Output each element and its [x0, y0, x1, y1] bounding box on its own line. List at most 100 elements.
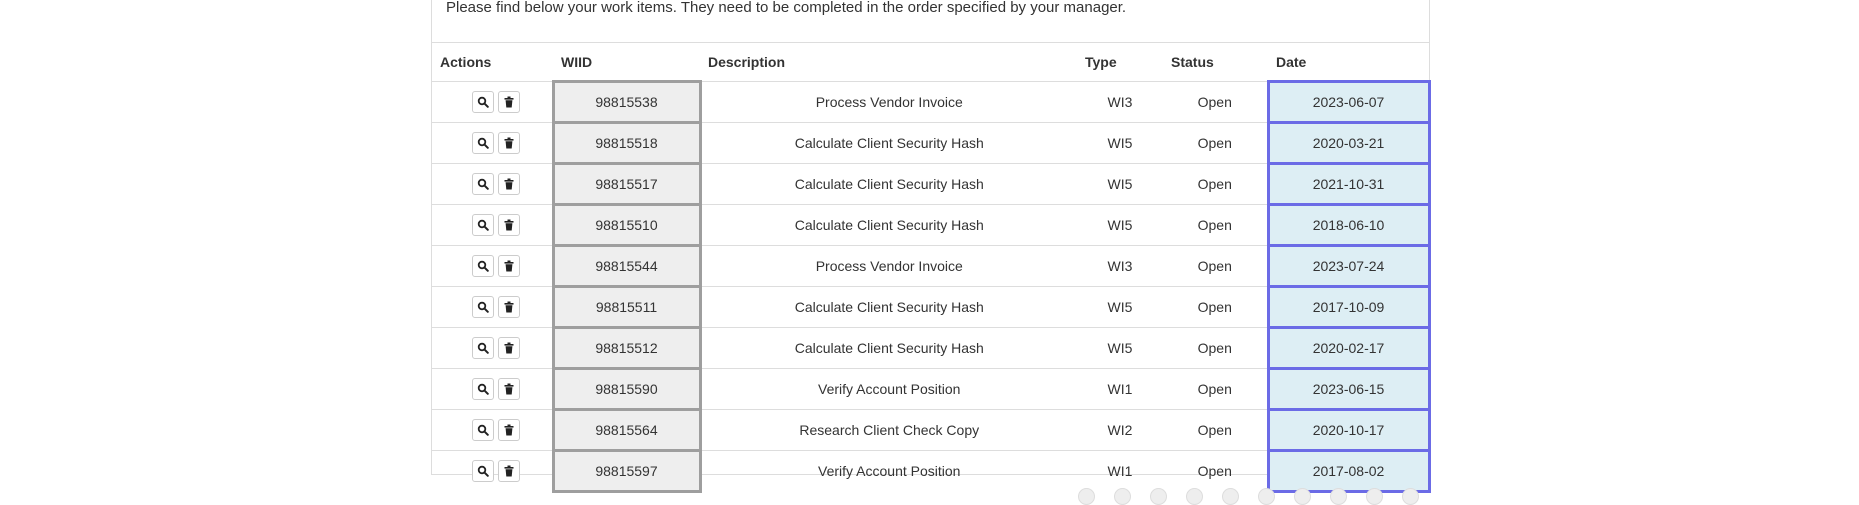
type-cell: WI5 [1077, 122, 1163, 164]
header-date[interactable]: Date [1268, 43, 1429, 82]
date-cell[interactable]: 2021-10-31 [1266, 162, 1431, 206]
page-button[interactable] [1330, 488, 1347, 505]
type-cell: WI1 [1077, 368, 1163, 410]
wiid-cell[interactable]: 98815597 [551, 449, 702, 493]
page-button[interactable] [1402, 488, 1419, 505]
page-button[interactable] [1078, 488, 1095, 505]
view-button[interactable] [471, 378, 494, 400]
search-icon [477, 465, 489, 478]
wiid-cell[interactable]: 98815590 [551, 367, 702, 411]
status-cell: Open [1163, 409, 1268, 451]
status-cell: Open [1163, 204, 1268, 246]
description-cell: Calculate Client Security Hash [700, 204, 1077, 246]
view-button[interactable] [471, 460, 494, 483]
wiid-cell[interactable]: 98815517 [551, 162, 702, 206]
table-row: 98815518 Calculate Client Security Hash WI… [432, 121, 1431, 165]
view-button[interactable] [471, 255, 494, 277]
header-type[interactable]: Type [1077, 43, 1163, 82]
date-cell[interactable]: 2020-10-17 [1266, 408, 1431, 452]
delete-button[interactable] [497, 214, 520, 236]
table-header-row: Actions WIID Description Type Status Dat… [432, 43, 1429, 82]
trash-icon [503, 178, 515, 190]
type-cell: WI3 [1077, 81, 1163, 123]
view-button[interactable] [471, 419, 494, 441]
date-cell[interactable]: 2018-06-10 [1266, 203, 1431, 247]
description-cell: Research Client Check Copy [700, 409, 1077, 451]
work-items-panel: Please find below your work items. They … [431, 0, 1431, 493]
delete-button[interactable] [497, 255, 520, 277]
page-button[interactable] [1186, 488, 1203, 505]
delete-button[interactable] [497, 173, 520, 195]
view-button[interactable] [471, 296, 494, 318]
status-cell: Open [1163, 81, 1268, 123]
status-cell: Open [1163, 163, 1268, 205]
view-button[interactable] [471, 214, 494, 236]
header-wiid[interactable]: WIID [553, 43, 700, 82]
header-description[interactable]: Description [700, 43, 1077, 82]
date-cell[interactable]: 2023-06-07 [1266, 80, 1431, 124]
header-status[interactable]: Status [1163, 43, 1268, 82]
delete-button[interactable] [497, 91, 520, 113]
trash-icon [503, 96, 515, 108]
delete-button[interactable] [497, 337, 520, 359]
page-button[interactable] [1222, 488, 1239, 505]
description-cell: Verify Account Position [700, 368, 1077, 410]
delete-button[interactable] [497, 378, 520, 400]
wiid-cell[interactable]: 98815564 [551, 408, 702, 452]
description-cell: Calculate Client Security Hash [700, 286, 1077, 328]
header-actions: Actions [432, 43, 553, 82]
search-icon [477, 219, 489, 231]
date-cell[interactable]: 2020-02-17 [1266, 326, 1431, 370]
description-cell: Process Vendor Invoice [700, 245, 1077, 287]
work-items-table: Actions WIID Description Type Status Dat… [432, 43, 1431, 493]
search-icon [477, 424, 489, 436]
page-button[interactable] [1366, 488, 1383, 505]
type-cell: WI5 [1077, 327, 1163, 369]
wiid-cell[interactable]: 98815511 [551, 285, 702, 329]
search-icon [477, 301, 489, 313]
table-row: 98815517 Calculate Client Security Hash WI… [432, 162, 1431, 206]
row-actions [432, 368, 553, 410]
table-row: 98815590 Verify Account Position WI1 Open 20… [432, 367, 1431, 411]
delete-button[interactable] [497, 296, 520, 318]
row-actions [432, 122, 553, 164]
type-cell: WI5 [1077, 204, 1163, 246]
page-button[interactable] [1114, 488, 1131, 505]
trash-icon [503, 424, 515, 436]
view-button[interactable] [471, 132, 494, 154]
trash-icon [503, 465, 515, 477]
trash-icon [503, 301, 515, 313]
trash-icon [503, 383, 515, 395]
description-cell: Calculate Client Security Hash [700, 327, 1077, 369]
date-cell[interactable]: 2020-03-21 [1266, 121, 1431, 165]
date-cell[interactable]: 2017-10-09 [1266, 285, 1431, 329]
delete-button[interactable] [497, 132, 520, 154]
intro-text: Please find below your work items. They … [446, 0, 1127, 16]
description-cell: Verify Account Position [700, 450, 1077, 492]
row-actions [432, 409, 553, 451]
wiid-cell[interactable]: 98815510 [551, 203, 702, 247]
wiid-cell[interactable]: 98815538 [551, 80, 702, 124]
table-row: 98815511 Calculate Client Security Hash WI… [432, 285, 1431, 329]
search-icon [477, 178, 489, 190]
table-row: 98815512 Calculate Client Security Hash WI… [432, 326, 1431, 370]
type-cell: WI3 [1077, 245, 1163, 287]
date-cell[interactable]: 2023-06-15 [1266, 367, 1431, 411]
table-body: 98815538 Process Vendor Invoice WI3 Open 202… [432, 80, 1431, 493]
page-button[interactable] [1150, 488, 1167, 505]
search-icon [477, 96, 489, 108]
wiid-cell[interactable]: 98815512 [551, 326, 702, 370]
row-actions [432, 204, 553, 246]
date-cell[interactable]: 2017-08-02 [1266, 449, 1431, 493]
delete-button[interactable] [497, 460, 520, 483]
wiid-cell[interactable]: 98815518 [551, 121, 702, 165]
page-button[interactable] [1258, 488, 1275, 505]
view-button[interactable] [471, 337, 494, 359]
view-button[interactable] [471, 91, 494, 113]
view-button[interactable] [471, 173, 494, 195]
search-icon [477, 342, 489, 354]
wiid-cell[interactable]: 98815544 [551, 244, 702, 288]
delete-button[interactable] [497, 419, 520, 441]
page-button[interactable] [1294, 488, 1311, 505]
date-cell[interactable]: 2023-07-24 [1266, 244, 1431, 288]
